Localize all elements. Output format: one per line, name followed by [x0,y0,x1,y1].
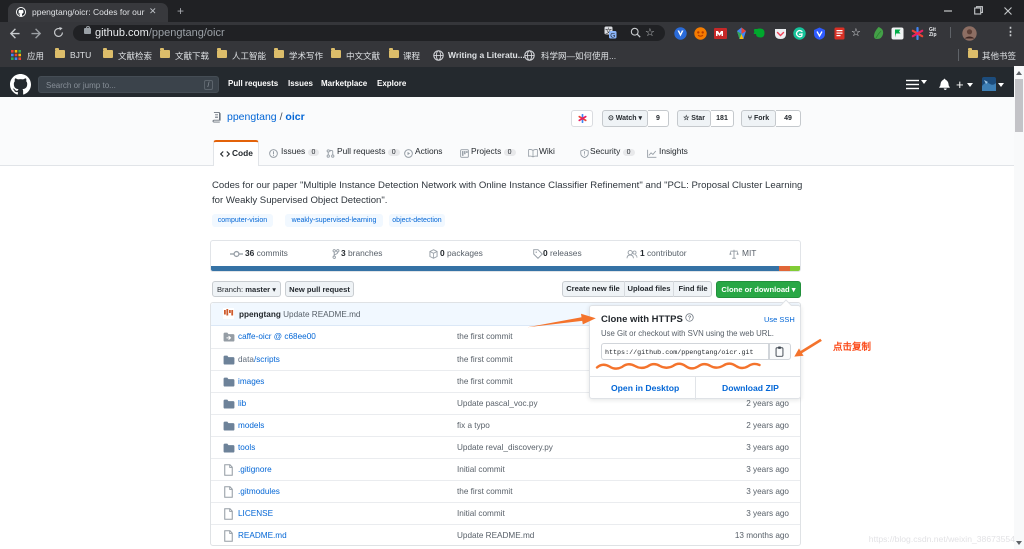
svg-text:点击复制: 点击复制 [833,341,872,353]
